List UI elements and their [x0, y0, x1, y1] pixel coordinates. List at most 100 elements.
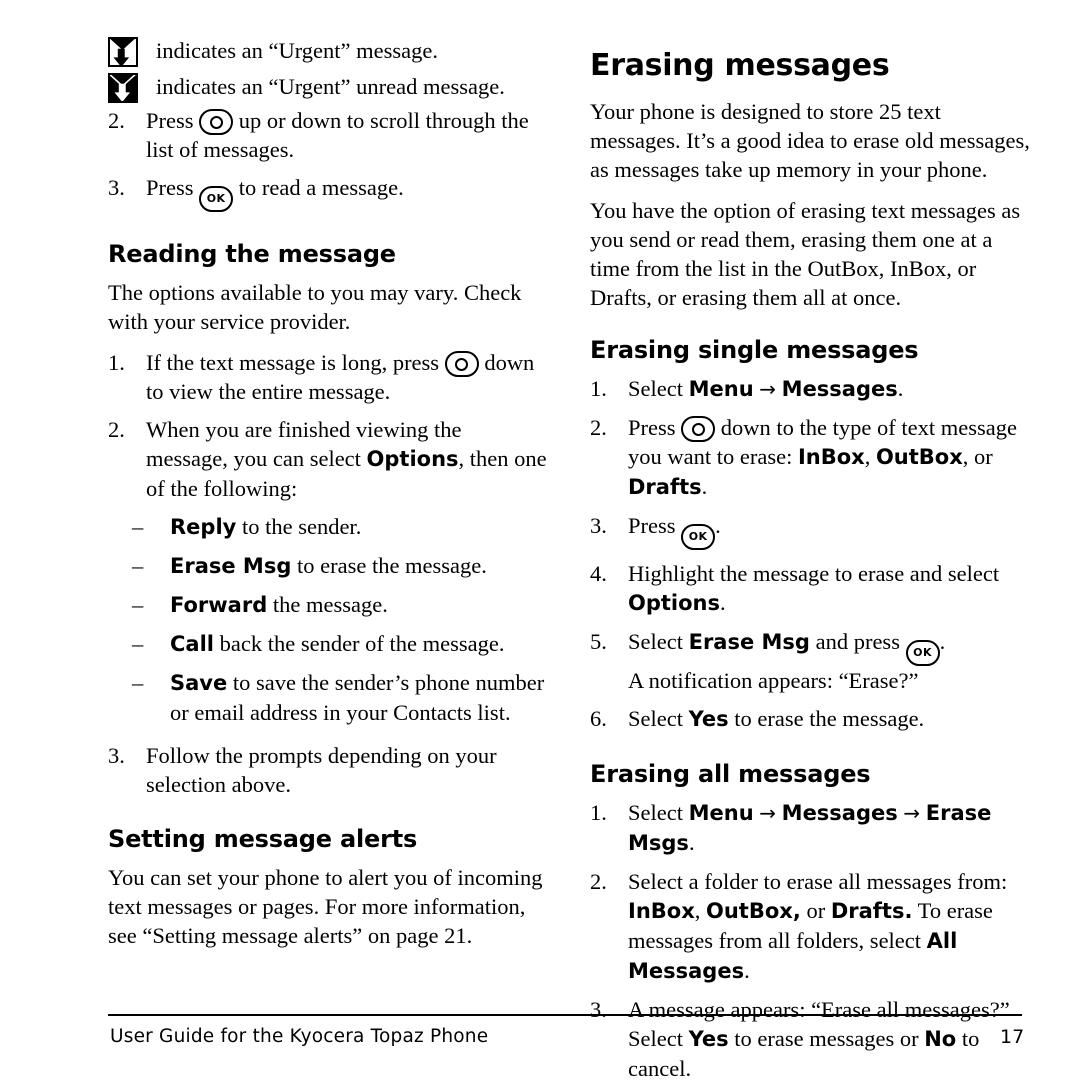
step-text-pre: Press [628, 513, 676, 538]
dash-marker: – [132, 670, 144, 695]
all-step-2: 2. Select a folder to erase all messages… [590, 867, 1030, 986]
yes-label: Yes [688, 1027, 729, 1051]
step-text-post: . [688, 830, 695, 855]
all-step-3-line1: A message appears: “Erase all messages?” [628, 997, 1010, 1022]
step-text: Follow the prompts depending on your sel… [146, 743, 497, 797]
reading-step-2: 2. When you are finished viewing the mes… [108, 415, 548, 503]
arrow-right-icon: → [759, 801, 777, 825]
reading-step-1: 1. If the text message is long, press do… [108, 348, 548, 406]
step-text-post: to read a message. [238, 175, 404, 200]
step-number: 2. [590, 869, 607, 894]
footer-title: User Guide for the Kyocera Topaz Phone [110, 1026, 489, 1047]
options-label: Options [366, 447, 459, 471]
bullet-forward: – Forward the message. [132, 590, 548, 620]
ok-key-icon: OK [681, 524, 716, 550]
bullet-rest: to erase the message. [291, 553, 487, 578]
bullet-erase-msg: – Erase Msg to erase the message. [132, 551, 548, 581]
bullet-bold-label: Forward [170, 593, 268, 617]
erasing-paragraph-2: You have the option of erasing text mess… [590, 198, 1021, 310]
single-step-5-line2: A notification appears: “Erase?” [628, 668, 919, 693]
nav-key-icon [444, 351, 479, 377]
single-step-6: 6. Select Yes to erase the message. [590, 704, 1030, 734]
envelope-urgent-icon [108, 37, 138, 67]
urgent-arrow-white-icon [114, 83, 131, 101]
heading-setting-message-alerts: Setting message alerts [108, 825, 418, 853]
inbox-label: InBox [797, 445, 865, 469]
icon-line-urgent-unread: indicates an “Urgent” unread message. [108, 70, 548, 104]
step-text-post: . [701, 474, 708, 499]
step-text-pre: Highlight the message to erase and selec… [628, 561, 1000, 586]
step-number: 3. [108, 175, 125, 200]
reading-intro-paragraph: The options available to you may vary. C… [108, 280, 522, 334]
bullet-rest: to the sender. [236, 514, 362, 539]
step-number: 3. [590, 997, 607, 1022]
document-page: indicates an “Urgent” message. indicates… [0, 0, 1080, 1083]
bullet-save: – Save to save the sender’s phone number… [132, 668, 548, 727]
step-number: 4. [590, 561, 607, 586]
single-step-3: 3. Press OK. [590, 511, 1030, 550]
erasing-paragraph-1: Your phone is designed to store 25 text … [590, 99, 1030, 182]
footer-page-number: 17 [1000, 1026, 1025, 1048]
step-text-post: . [715, 513, 721, 538]
outbox-label: OutBox [875, 445, 963, 469]
all-step-3: 3. A message appears: “Erase all message… [590, 995, 1030, 1083]
step-number: 2. [108, 417, 125, 442]
step-text-post: . [720, 590, 726, 615]
no-label: No [924, 1027, 957, 1051]
step-number: 2. [590, 415, 607, 440]
single-step-4: 4. Highlight the message to erase and se… [590, 559, 1030, 618]
icon-line-urgent-text: indicates an “Urgent” message. [156, 38, 438, 63]
messages-label: Messages [781, 801, 898, 825]
step-number: 6. [590, 706, 607, 731]
step-text-post: to erase the message. [728, 706, 925, 731]
step-number: 3. [108, 743, 125, 768]
arrow-right-icon: → [903, 801, 921, 825]
bullet-rest: to save the sender’s phone number or ema… [170, 670, 545, 725]
envelope-urgent-unread-icon [108, 73, 138, 103]
footer-divider [108, 1014, 1022, 1016]
step-left-2: 2. Press up or down to scroll through th… [108, 106, 548, 164]
inbox-label: InBox [628, 899, 695, 923]
step-number: 2. [108, 108, 125, 133]
bullet-call: – Call back the sender of the message. [132, 629, 548, 659]
erase-msg-label: Erase Msg [688, 630, 810, 654]
bullet-rest: the message. [267, 592, 388, 617]
single-step-5: 5. Select Erase Msg and press OK. A noti… [590, 627, 1030, 695]
arrow-right-icon: → [759, 377, 777, 401]
all-step-1: 1. Select Menu → Messages → Erase Msgs. [590, 798, 1030, 858]
icon-line-urgent: indicates an “Urgent” message. [108, 34, 548, 68]
sep-1: , [694, 898, 706, 923]
dash-marker: – [132, 631, 144, 656]
options-label: Options [628, 591, 720, 615]
step-number: 3. [590, 513, 607, 538]
step-text-pre: Select [628, 1026, 689, 1051]
single-step-1: 1. Select Menu → Messages. [590, 374, 1030, 404]
ok-key-icon: OK [905, 640, 940, 666]
bullet-bold-label: Save [170, 671, 228, 695]
sep-2: , or [962, 444, 993, 469]
heading-erasing-all-messages: Erasing all messages [590, 760, 871, 788]
bullet-rest: back the sender of the message. [213, 631, 505, 656]
dash-marker: – [132, 553, 144, 578]
ok-key-icon: OK [199, 186, 234, 212]
single-step-2: 2. Press down to the type of text messag… [590, 413, 1030, 502]
step-left-3: 3. Press OK to read a message. [108, 173, 548, 212]
left-column: indicates an “Urgent” message. indicates… [108, 34, 548, 962]
outbox-label: OutBox, [706, 899, 801, 923]
heading-erasing-messages: Erasing messages [590, 48, 890, 83]
step-text-pre: Select [628, 376, 689, 401]
step-text-pre: Select [628, 706, 689, 731]
step-number: 1. [590, 800, 607, 825]
drafts-label: Drafts [628, 475, 702, 499]
urgent-arrow-icon [113, 48, 130, 65]
step-text-mid: to erase messages or [728, 1026, 925, 1051]
nav-key-icon [199, 109, 234, 135]
sep-2: or [800, 898, 831, 923]
step-text-pre: Press [146, 175, 194, 200]
step-text-post: . [744, 958, 750, 983]
step-number: 1. [108, 350, 125, 375]
sep-1: , [864, 444, 876, 469]
step-number: 1. [590, 376, 607, 401]
step-text-post: . [897, 376, 904, 401]
step-text-pre: Press [146, 108, 194, 133]
